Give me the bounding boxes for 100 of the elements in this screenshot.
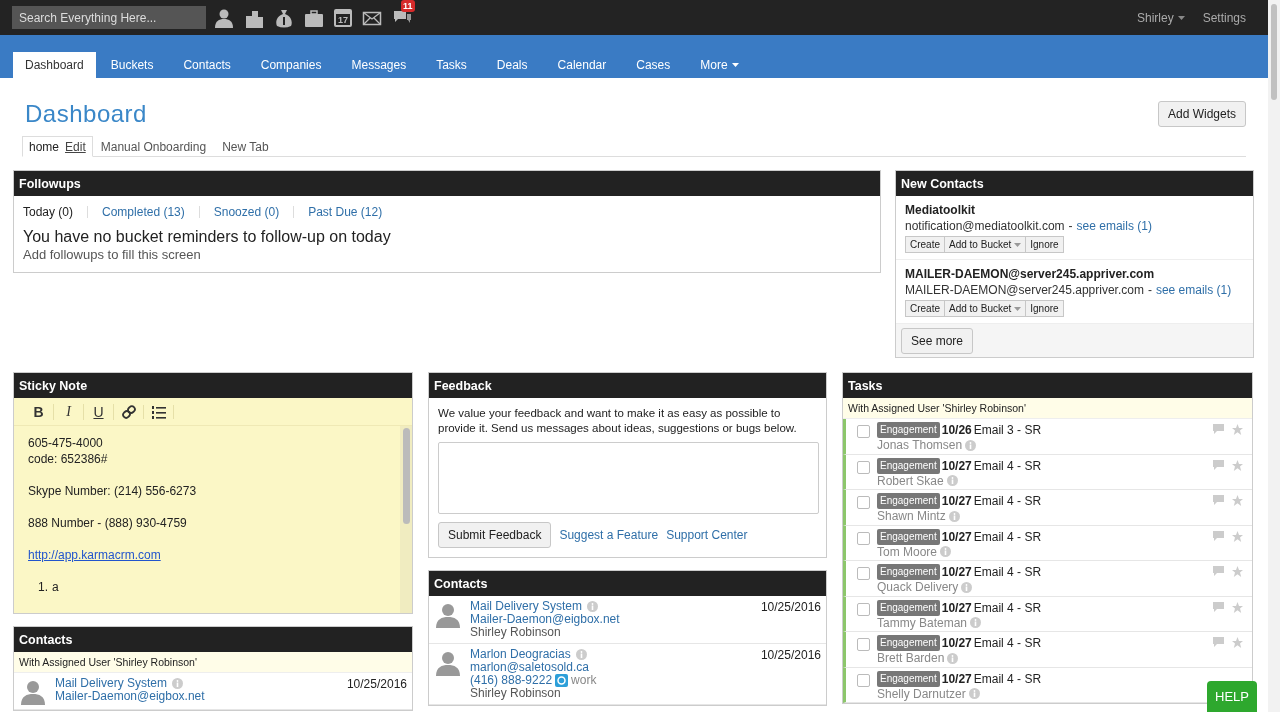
- numbered-list-icon[interactable]: [151, 404, 166, 419]
- star-icon[interactable]: [1232, 566, 1243, 577]
- task-contact[interactable]: Shawn Mintz: [877, 509, 946, 523]
- task-checkbox[interactable]: [857, 531, 870, 545]
- see-emails-link[interactable]: see emails (1): [1076, 219, 1152, 233]
- comment-icon[interactable]: [1213, 459, 1224, 470]
- nav-tab[interactable]: Dashboard: [13, 52, 96, 78]
- feedback-field[interactable]: [438, 442, 819, 514]
- task-title[interactable]: Email 3 - SR: [973, 423, 1042, 437]
- task-title[interactable]: Email 4 - SR: [973, 529, 1042, 544]
- nav-tab[interactable]: Companies: [245, 52, 337, 78]
- see-more-button[interactable]: See more: [901, 328, 974, 354]
- comment-icon[interactable]: [1213, 566, 1224, 576]
- info-icon[interactable]: [940, 546, 952, 557]
- task-contact[interactable]: Shelly Darnutzer: [877, 686, 966, 701]
- see-emails-link[interactable]: see emails (1): [1155, 283, 1232, 297]
- action-button[interactable]: Add to Bucket: [945, 300, 1027, 317]
- nav-tab[interactable]: Buckets: [95, 52, 169, 78]
- task-contact[interactable]: Robert Skae: [877, 473, 944, 488]
- task-title[interactable]: Email 4 - SR: [973, 600, 1042, 615]
- contact-name-link[interactable]: Mail Delivery System: [470, 600, 583, 613]
- action-button[interactable]: Ignore: [1026, 300, 1064, 317]
- contact-email-link[interactable]: marlon@saletosold.ca: [470, 661, 753, 674]
- task-checkbox[interactable]: [857, 673, 870, 687]
- add-widgets-button[interactable]: Add Widgets: [1157, 100, 1246, 127]
- help-button[interactable]: HELP: [1207, 681, 1257, 712]
- comment-icon[interactable]: [1213, 530, 1224, 541]
- search-field[interactable]: Search Everything Here...: [12, 6, 206, 29]
- followup-tab[interactable]: Past Due (12): [308, 205, 383, 219]
- comment-icon[interactable]: [1213, 601, 1224, 612]
- user-menu[interactable]: Shirley: [1136, 10, 1185, 25]
- info-icon[interactable]: [946, 475, 958, 486]
- nav-tab[interactable]: Deals: [481, 52, 543, 78]
- scroll-thumb[interactable]: [402, 428, 410, 524]
- info-icon[interactable]: [970, 617, 982, 628]
- page-tab[interactable]: New Tab: [214, 136, 277, 157]
- star-icon[interactable]: [1232, 601, 1243, 613]
- star-icon[interactable]: [1232, 637, 1243, 648]
- nav-tab[interactable]: More: [685, 52, 754, 78]
- comment-icon[interactable]: [1213, 495, 1224, 505]
- info-icon[interactable]: [961, 581, 973, 593]
- task-title[interactable]: Email 4 - SR: [973, 565, 1042, 579]
- task-contact[interactable]: Brett Barden: [877, 651, 945, 665]
- task-contact[interactable]: Tom Moore: [877, 544, 938, 559]
- task-checkbox[interactable]: [857, 567, 870, 580]
- task-checkbox[interactable]: [857, 638, 870, 651]
- star-icon[interactable]: [1232, 424, 1243, 435]
- info-icon[interactable]: [575, 649, 587, 660]
- nav-tab[interactable]: Cases: [621, 52, 686, 78]
- calendar-icon[interactable]: 17: [334, 8, 352, 27]
- note-link[interactable]: http://app.karmacrm.com: [28, 548, 161, 562]
- money-bag-icon[interactable]: [274, 7, 294, 28]
- nav-tab[interactable]: Messages: [336, 52, 422, 78]
- task-title[interactable]: Email 4 - SR: [973, 636, 1042, 650]
- info-icon[interactable]: [965, 439, 977, 451]
- comment-icon[interactable]: [1213, 637, 1224, 647]
- task-checkbox[interactable]: [857, 496, 870, 509]
- info-icon[interactable]: [587, 601, 599, 612]
- bold-button[interactable]: B: [24, 403, 54, 420]
- contact-email-link[interactable]: Mailer-Daemon@eigbox.net: [55, 690, 339, 703]
- italic-button[interactable]: I: [54, 403, 84, 420]
- page-tab[interactable]: Manual Onboarding: [92, 136, 215, 157]
- info-icon[interactable]: [948, 510, 960, 522]
- nav-tab[interactable]: Tasks: [421, 52, 482, 78]
- settings-link[interactable]: Settings: [1202, 10, 1246, 25]
- task-checkbox[interactable]: [857, 460, 870, 474]
- followup-tab[interactable]: Completed (13): [102, 205, 185, 219]
- briefcase-icon[interactable]: [304, 7, 324, 28]
- task-contact[interactable]: Tammy Bateman: [877, 615, 968, 630]
- action-button[interactable]: Add to Bucket: [945, 236, 1027, 253]
- nav-tab[interactable]: Contacts: [168, 52, 246, 78]
- link-icon[interactable]: [121, 404, 136, 419]
- task-checkbox[interactable]: [857, 425, 870, 438]
- info-icon[interactable]: [947, 652, 959, 664]
- info-icon[interactable]: [172, 678, 184, 689]
- edit-link[interactable]: Edit: [65, 139, 86, 154]
- phone-call-icon[interactable]: [555, 674, 569, 687]
- star-icon[interactable]: [1232, 530, 1243, 542]
- tab-label[interactable]: home: [29, 139, 60, 154]
- task-contact[interactable]: Jonas Thomsen: [877, 438, 963, 452]
- person-icon[interactable]: [214, 7, 234, 28]
- task-checkbox[interactable]: [857, 602, 870, 616]
- underline-button[interactable]: U: [84, 403, 114, 420]
- info-icon[interactable]: [968, 688, 980, 699]
- followup-tab[interactable]: Snoozed (0): [213, 205, 280, 219]
- help-link[interactable]: Suggest a Feature: [559, 528, 659, 542]
- submit-feedback-button[interactable]: Submit Feedback: [438, 522, 552, 548]
- action-button[interactable]: Create: [905, 236, 945, 253]
- help-link[interactable]: Support Center: [666, 528, 748, 542]
- contact-name-link[interactable]: Marlon Deogracias: [470, 648, 571, 661]
- star-icon[interactable]: [1232, 459, 1243, 471]
- contact-email-link[interactable]: Mailer-Daemon@eigbox.net: [470, 613, 753, 626]
- task-title[interactable]: Email 4 - SR: [973, 494, 1042, 508]
- comment-icon[interactable]: [1213, 424, 1224, 434]
- followup-tab[interactable]: Today (0): [23, 205, 74, 219]
- action-button[interactable]: Create: [905, 300, 945, 317]
- task-contact[interactable]: Quack Delivery: [877, 580, 959, 594]
- phone-link[interactable]: (416) 888-9222: [470, 674, 553, 687]
- task-title[interactable]: Email 4 - SR: [973, 671, 1042, 686]
- action-button[interactable]: Ignore: [1026, 236, 1064, 253]
